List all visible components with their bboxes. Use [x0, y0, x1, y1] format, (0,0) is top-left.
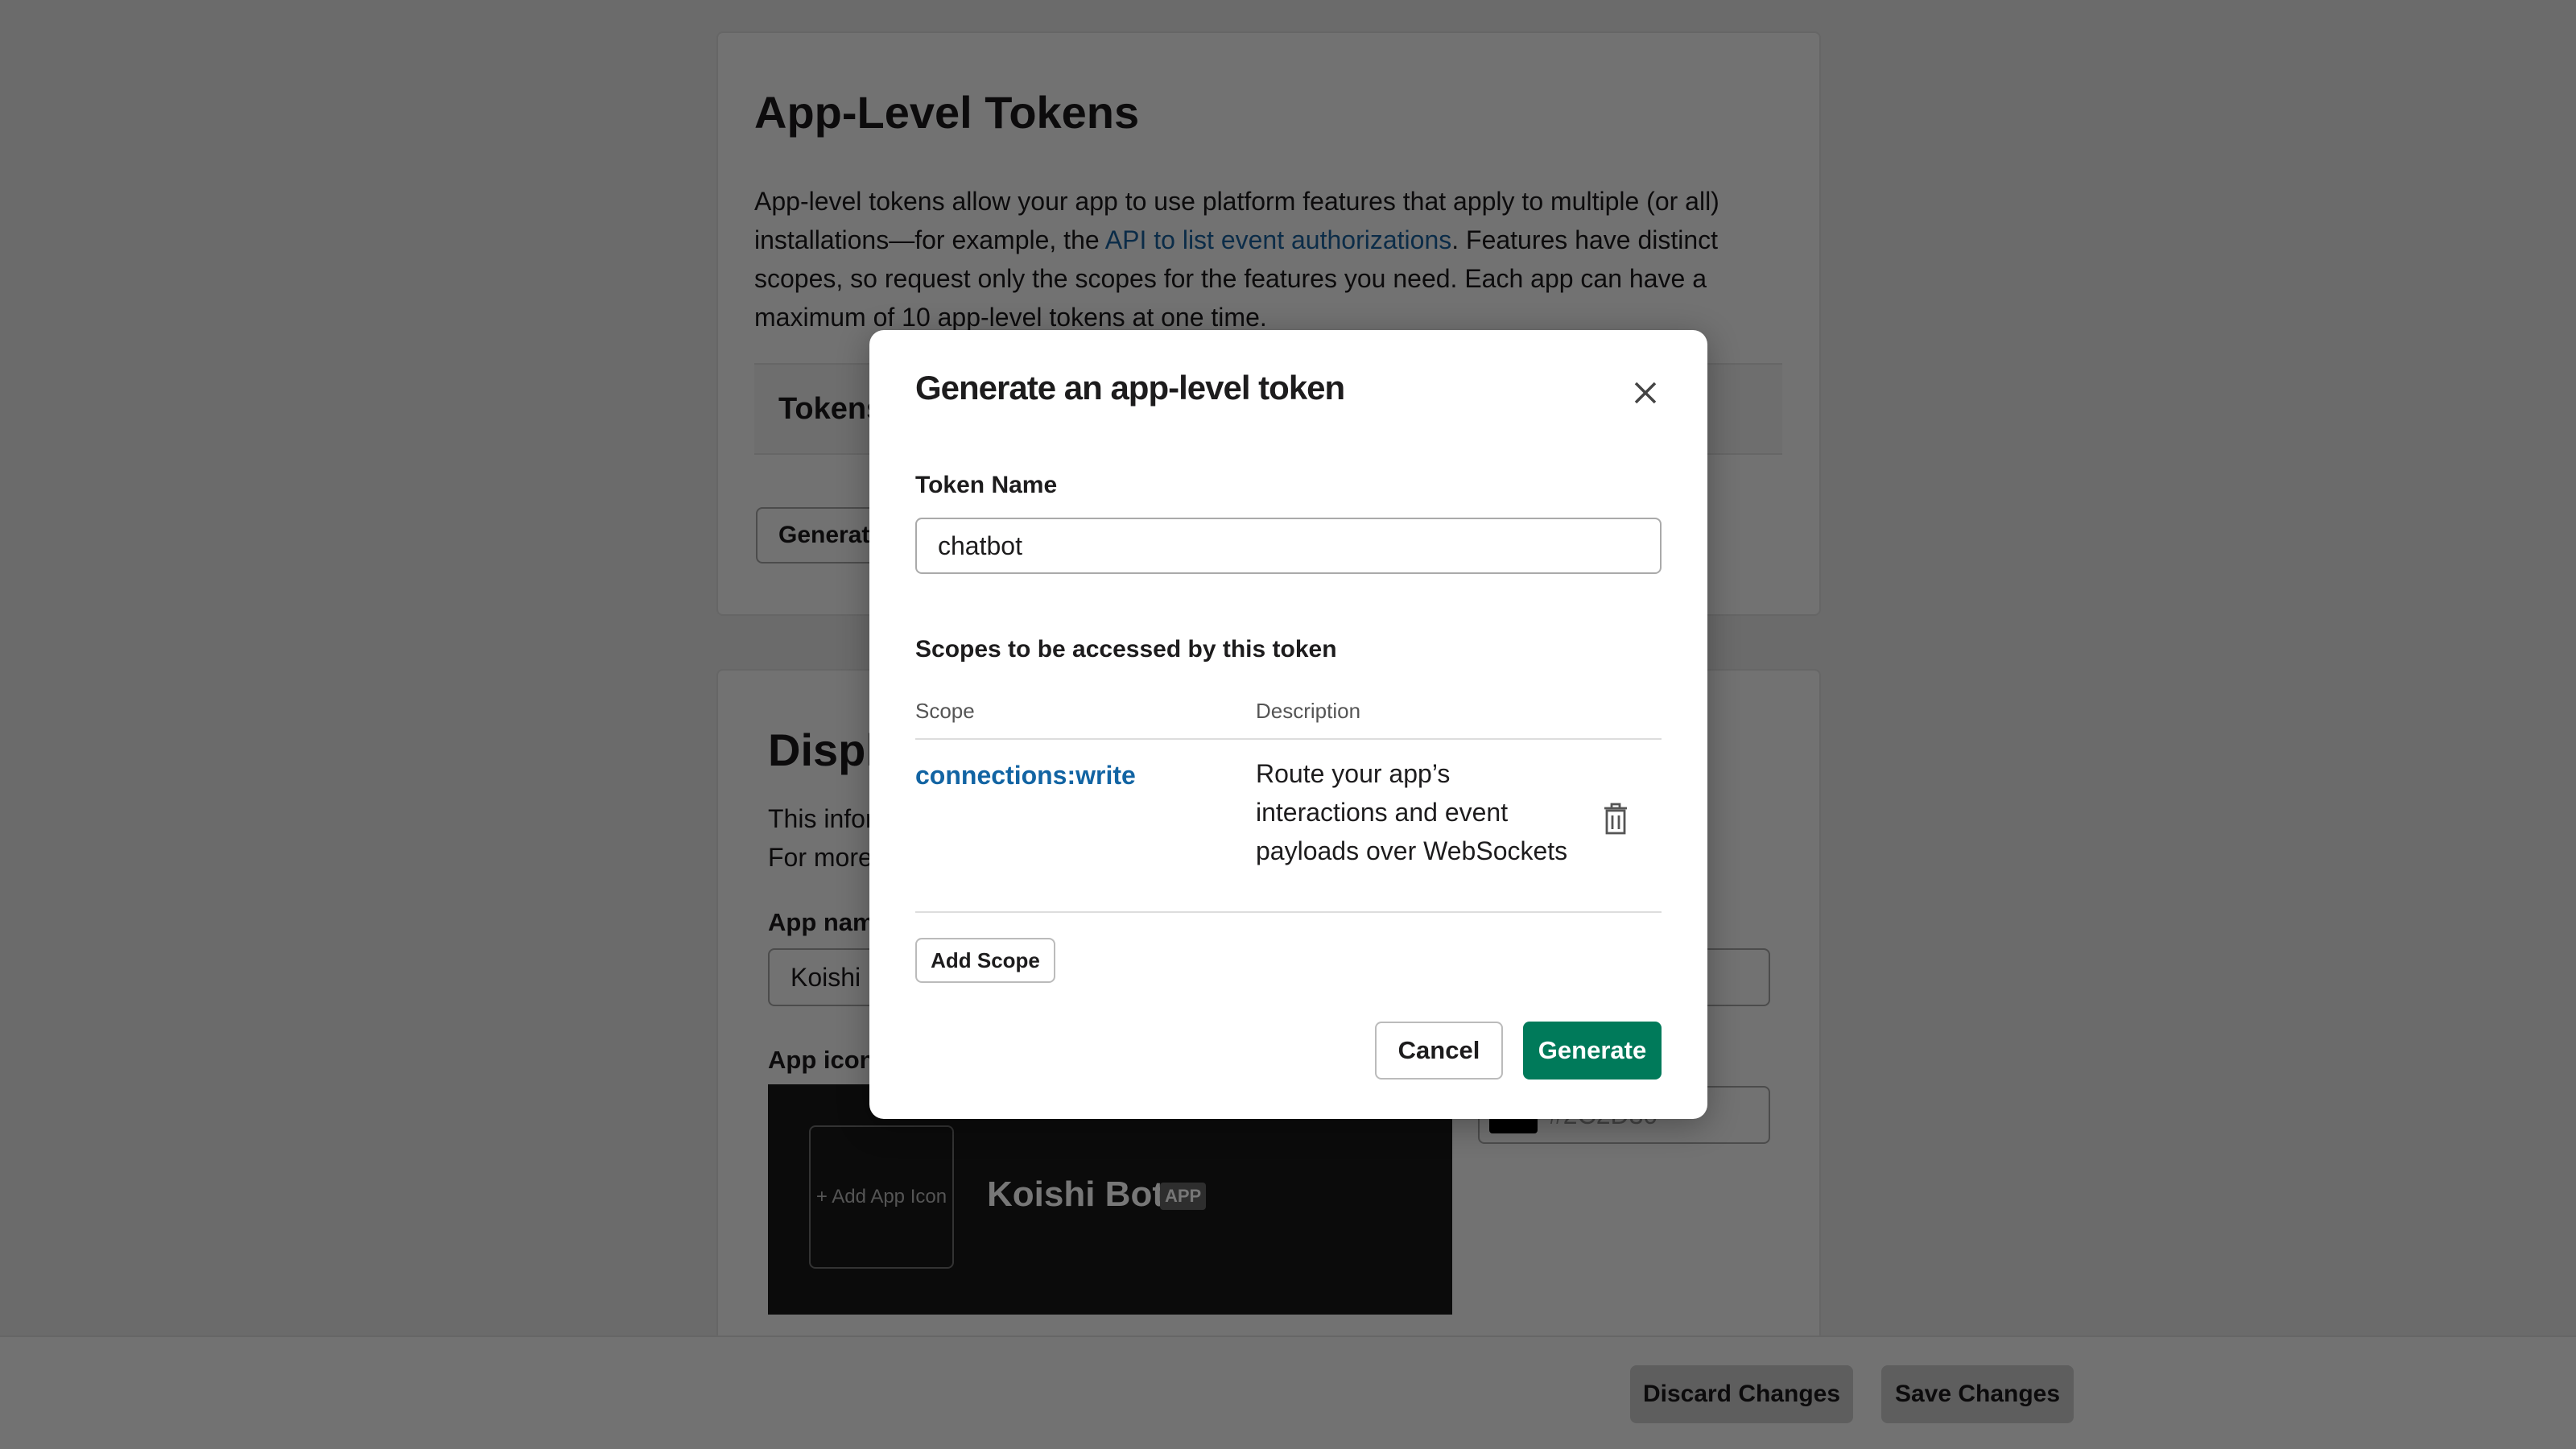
preview-name: Koishi Bot	[987, 1174, 1164, 1214]
generate-token-modal: Generate an app-level token Token Name c…	[869, 330, 1707, 1119]
token-name-input[interactable]: chatbot	[915, 518, 1662, 574]
description-column-header: Description	[1256, 699, 1361, 723]
scope-row: connections:write Route your app’s inter…	[915, 740, 1662, 912]
add-scope-button[interactable]: Add Scope	[915, 938, 1055, 983]
modal-title: Generate an app-level token	[915, 369, 1345, 407]
scopes-heading: Scopes to be accessed by this token	[915, 636, 1337, 663]
scope-name-link[interactable]: connections:write	[915, 761, 1136, 791]
discard-changes-button[interactable]: Discard Changes	[1630, 1365, 1853, 1423]
scope-description: Route your app’s interactions and event …	[1256, 759, 1568, 865]
api-link[interactable]: API to list event authorizations	[1105, 225, 1451, 254]
scope-column-header: Scope	[915, 699, 975, 723]
tokens-card-title: App-Level Tokens	[754, 87, 1140, 138]
generate-button[interactable]: Generate	[1523, 1022, 1662, 1080]
footer-bar: Discard Changes Save Changes	[0, 1335, 2576, 1449]
close-icon[interactable]	[1629, 377, 1662, 409]
divider	[915, 911, 1662, 913]
token-name-label: Token Name	[915, 472, 1058, 498]
tokens-card-description: App-level tokens allow your app to use p…	[754, 182, 1777, 336]
trash-icon[interactable]	[1601, 803, 1630, 836]
app-icon-label: App icon	[768, 1046, 875, 1074]
add-app-icon-button[interactable]: + Add App Icon	[809, 1125, 954, 1269]
preview-badge: APP	[1160, 1183, 1207, 1210]
cancel-button[interactable]: Cancel	[1375, 1022, 1503, 1080]
save-changes-button[interactable]: Save Changes	[1881, 1365, 2074, 1423]
